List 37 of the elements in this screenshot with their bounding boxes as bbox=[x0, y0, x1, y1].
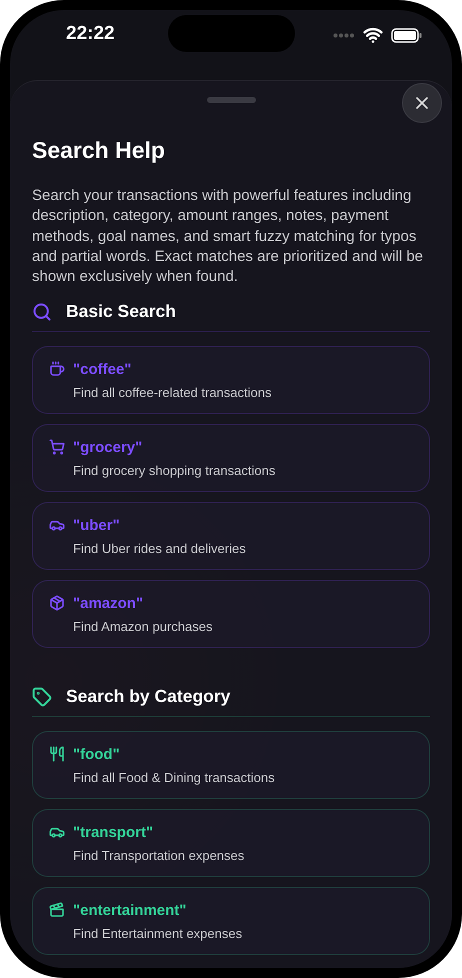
status-time: 22:22 bbox=[66, 23, 115, 45]
coffee-cup-icon bbox=[49, 361, 65, 378]
example-description: Find Transportation expenses bbox=[73, 848, 246, 863]
battery-icon bbox=[391, 28, 422, 42]
utensils-icon bbox=[49, 746, 65, 762]
search-icon bbox=[32, 302, 52, 322]
sheet-title: Search Help bbox=[32, 137, 166, 164]
example-description: Find Uber rides and deliveries bbox=[73, 540, 247, 556]
example-description: Find Entertainment expenses bbox=[73, 926, 244, 941]
search-query: "amazon" bbox=[73, 594, 144, 612]
search-query: "grocery" bbox=[73, 438, 144, 456]
close-button[interactable] bbox=[402, 83, 442, 123]
tag-icon bbox=[32, 686, 52, 707]
section-title: Basic Search bbox=[66, 301, 176, 322]
search-query: "coffee" bbox=[73, 360, 132, 378]
cellular-signal-icon bbox=[333, 32, 355, 38]
section-title: Search by Category bbox=[66, 686, 230, 708]
example-card[interactable]: "coffee" Find all coffee-related transactions bbox=[32, 346, 430, 414]
example-card[interactable]: "entertainment" Find Entertainment expenses bbox=[32, 887, 430, 956]
example-card[interactable]: "food" Find all Food & Dining transactions bbox=[32, 731, 430, 800]
search-query: "uber" bbox=[73, 516, 121, 534]
search-query: "entertainment" bbox=[73, 902, 188, 919]
example-card[interactable]: "transport" Find Transportation expenses bbox=[32, 809, 430, 878]
example-description: Find Amazon purchases bbox=[73, 618, 214, 634]
help-description: Search your transactions with powerful features including description, category, amount ranges, notes, payment methods, goal names, and smart fuzzy matching for typos and partial words. Exact matches are prioritized and will be shown exclusively when found. bbox=[32, 186, 424, 288]
shopping-cart-icon bbox=[49, 439, 65, 456]
example-card[interactable]: "grocery" Find grocery shopping transactions bbox=[32, 424, 430, 492]
example-description: Find grocery shopping transactions bbox=[73, 462, 276, 478]
example-card[interactable]: "amazon" Find Amazon purchases bbox=[32, 580, 430, 648]
example-description: Find all coffee-related transactions bbox=[73, 384, 272, 400]
search-query: "transport" bbox=[73, 824, 154, 841]
example-description: Find all Food & Dining transactions bbox=[73, 770, 276, 785]
package-icon bbox=[49, 595, 65, 612]
example-card[interactable]: "uber" Find Uber rides and deliveries bbox=[32, 502, 430, 570]
clapperboard-icon bbox=[49, 902, 65, 918]
search-query: "food" bbox=[73, 746, 121, 763]
wifi-icon bbox=[363, 25, 383, 45]
